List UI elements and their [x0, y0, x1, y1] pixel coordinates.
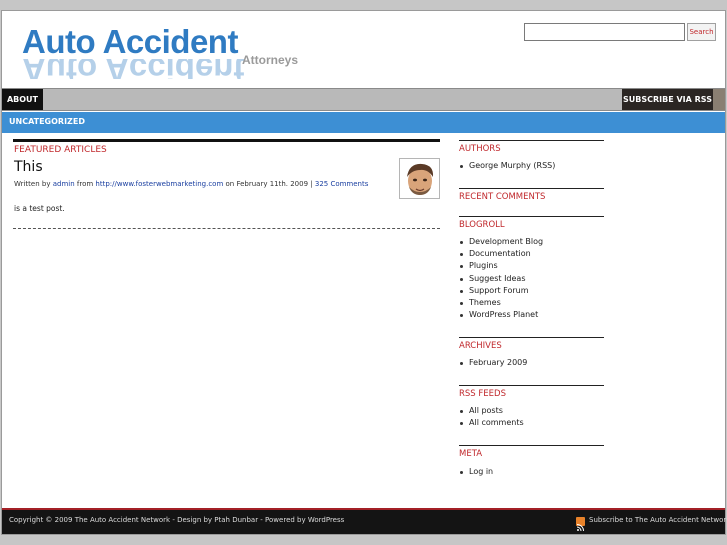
- list-item[interactable]: All comments: [459, 417, 524, 429]
- post-separator: [13, 228, 440, 229]
- list-item[interactable]: Suggest Ideas: [459, 273, 543, 285]
- comments-link[interactable]: 325 Comments: [315, 180, 369, 188]
- main-nav: ABOUT SUBSCRIBE VIA RSS: [2, 88, 725, 111]
- authors-list: George Murphy (RSS): [459, 160, 555, 172]
- rss-icon[interactable]: [576, 517, 585, 532]
- archives-list: February 2009: [459, 357, 527, 369]
- author-url-link[interactable]: http://www.fosterwebmarketing.com: [95, 180, 223, 188]
- authors-divider: [459, 140, 604, 141]
- list-item[interactable]: All posts: [459, 405, 524, 417]
- featured-articles-heading: FEATURED ARTICLES: [14, 145, 107, 155]
- category-bar: UNCATEGORIZED: [2, 112, 725, 133]
- list-item[interactable]: Documentation: [459, 248, 543, 260]
- site-logo[interactable]: Auto Accident Auto Accident Attorneys: [22, 23, 322, 89]
- post-body: is a test post.: [14, 204, 65, 213]
- blogroll-divider: [459, 216, 604, 217]
- rss-feeds-heading: RSS FEEDS: [459, 389, 506, 399]
- footer-copyright: Copyright © 2009 The Auto Accident Netwo…: [9, 516, 345, 524]
- byline-from: from: [76, 180, 94, 188]
- blogroll-list: Development Blog Documentation Plugins S…: [459, 236, 543, 321]
- rss-glyph-icon: [576, 524, 584, 532]
- list-item[interactable]: February 2009: [459, 357, 527, 369]
- post-byline: Written by admin from http://www.fosterw…: [14, 180, 368, 188]
- byline-written-by: Written by: [14, 180, 51, 188]
- list-item[interactable]: George Murphy (RSS): [459, 160, 555, 172]
- rss-feeds-divider: [459, 385, 604, 386]
- search-input[interactable]: [524, 23, 685, 41]
- browser-top-strip: [0, 0, 727, 10]
- page-frame: Auto Accident Auto Accident Attorneys Se…: [1, 10, 727, 535]
- list-item[interactable]: Support Forum: [459, 285, 543, 297]
- logo-reflection: Auto Accident: [22, 59, 245, 79]
- rss-feeds-list: All posts All comments: [459, 405, 524, 429]
- meta-divider: [459, 445, 604, 446]
- recent-comments-divider: [459, 188, 604, 189]
- nav-item-about[interactable]: ABOUT: [2, 89, 43, 110]
- list-item[interactable]: Plugins: [459, 260, 543, 272]
- post-title[interactable]: This: [14, 159, 43, 175]
- category-uncategorized[interactable]: UNCATEGORIZED: [9, 112, 85, 132]
- browser-bottom-strip: [0, 536, 727, 545]
- logo-subtitle: Attorneys: [242, 53, 299, 67]
- avatar-face-icon: [400, 159, 439, 198]
- search-button[interactable]: Search: [687, 23, 716, 41]
- author-avatar: [399, 158, 440, 199]
- meta-list: Log in: [459, 466, 493, 478]
- list-item[interactable]: WordPress Planet: [459, 309, 543, 321]
- recent-comments-heading: RECENT COMMENTS: [459, 192, 546, 202]
- main-divider: [13, 139, 440, 142]
- list-item[interactable]: Log in: [459, 466, 493, 478]
- list-item[interactable]: Themes: [459, 297, 543, 309]
- logo-text: Auto Accident: [22, 23, 238, 60]
- archives-divider: [459, 337, 604, 338]
- post-date: on February 11th. 2009 |: [225, 180, 313, 188]
- footer-subscribe-link[interactable]: Subscribe to The Auto Accident Network: [589, 516, 727, 524]
- nav-rss-decoration: [713, 89, 725, 110]
- subscribe-rss-button[interactable]: SUBSCRIBE VIA RSS: [622, 89, 713, 110]
- meta-heading: META: [459, 449, 483, 459]
- author-link[interactable]: admin: [53, 180, 75, 188]
- archives-heading: ARCHIVES: [459, 341, 502, 351]
- list-item[interactable]: Development Blog: [459, 236, 543, 248]
- authors-heading: AUTHORS: [459, 144, 501, 154]
- site-footer: Copyright © 2009 The Auto Accident Netwo…: [2, 508, 727, 534]
- blogroll-heading: BLOGROLL: [459, 220, 505, 230]
